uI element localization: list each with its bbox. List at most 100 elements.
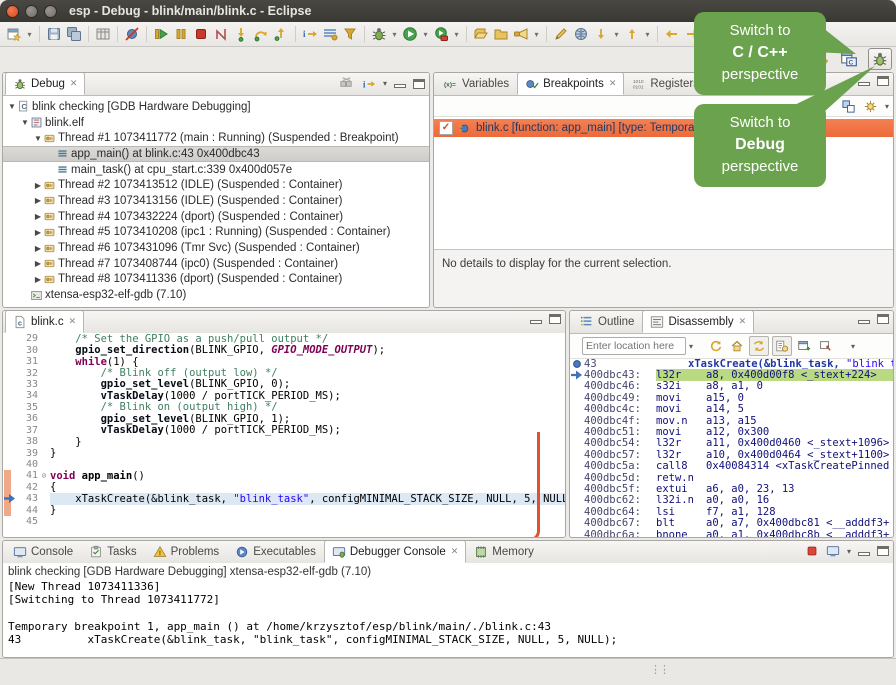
resume-icon[interactable] (151, 24, 171, 44)
window-maximize-button[interactable] (44, 5, 57, 18)
tab-breakpoints[interactable]: Breakpoints✕ (517, 72, 624, 95)
location-dropdown-icon[interactable]: ▾ (689, 342, 693, 351)
build-icon[interactable] (93, 24, 113, 44)
tab-blink-c[interactable]: c blink.c ✕ (5, 310, 84, 333)
terminate-icon[interactable] (191, 24, 211, 44)
statusbar-grip-handle[interactable]: ⋮⋮ (650, 663, 668, 676)
twisty-icon[interactable]: ▶ (33, 212, 43, 221)
debug-tree-row[interactable]: ▼Thread #1 1073411772 (main : Running) (… (3, 130, 429, 146)
world-icon[interactable] (571, 24, 591, 44)
view-menu-icon[interactable]: ▾ (885, 102, 889, 111)
display-console-icon[interactable] (826, 544, 840, 558)
new-wizard-icon[interactable] (4, 24, 24, 44)
debug-tree-row[interactable]: ▶Thread #3 1073413156 (IDLE) (Suspended … (3, 193, 429, 209)
dropdown-arrow-icon[interactable]: ▾ (24, 30, 35, 39)
close-icon[interactable]: ✕ (739, 316, 747, 327)
instruction-stepping-icon[interactable]: i (300, 24, 320, 44)
twisty-icon[interactable]: ▶ (33, 244, 43, 253)
minimize-icon[interactable] (858, 320, 870, 324)
debug-tree-row[interactable]: main_task() at cpu_start.c:339 0x400d057… (3, 162, 429, 178)
view-menu-icon[interactable]: ▾ (851, 342, 855, 351)
minimize-icon[interactable] (394, 84, 406, 88)
twisty-icon[interactable]: ▶ (33, 259, 43, 268)
dropdown-arrow-icon[interactable]: ▾ (847, 547, 851, 556)
twisty-icon[interactable]: ▼ (33, 134, 43, 143)
maximize-icon[interactable] (549, 314, 561, 324)
run-icon[interactable] (400, 24, 420, 44)
tab-disassembly[interactable]: Disassembly✕ (642, 310, 754, 333)
tab-variables[interactable]: (x)=Variables (436, 72, 517, 95)
debug-tree-row[interactable]: ▶Thread #7 1073408744 (ipc0) (Suspended … (3, 256, 429, 272)
location-input[interactable] (582, 337, 686, 355)
debug-icon[interactable] (369, 24, 389, 44)
tab-tasks[interactable]: Tasks (81, 540, 144, 563)
dropdown-arrow-icon[interactable]: ▾ (611, 30, 622, 39)
external-tools-icon[interactable] (431, 24, 451, 44)
dropdown-arrow-icon[interactable]: ▾ (451, 30, 462, 39)
save-all-icon[interactable] (64, 24, 84, 44)
debug-tree-row[interactable]: xtensa-esp32-elf-gdb (7.10) (3, 287, 429, 303)
twisty-icon[interactable]: ▼ (20, 118, 30, 127)
twisty-icon[interactable]: ▶ (33, 228, 43, 237)
pin-view-icon[interactable] (816, 337, 834, 355)
step-filters-icon[interactable] (340, 24, 360, 44)
settings-icon[interactable] (863, 99, 878, 114)
open-resource-icon[interactable] (491, 24, 511, 44)
back-icon[interactable] (662, 24, 682, 44)
tab-problems[interactable]: !Problems (145, 540, 228, 563)
twisty-icon[interactable]: ▼ (7, 102, 17, 111)
instruction-stepping-mode-icon[interactable]: i (361, 76, 376, 91)
cpp-perspective-icon[interactable]: C (838, 49, 860, 69)
code-editor-area[interactable]: 29 /* Set the GPIO as a push/pull output… (3, 333, 565, 537)
terminate-console-icon[interactable] (805, 544, 819, 558)
debug-tree-row[interactable]: ▶Thread #5 1073410208 (ipc1 : Running) (… (3, 225, 429, 241)
home-icon[interactable] (728, 337, 746, 355)
tab-outline[interactable]: Outline (572, 310, 642, 333)
disconnect-icon[interactable] (211, 24, 231, 44)
twisty-icon[interactable]: ▶ (33, 181, 43, 190)
tab-debug[interactable]: Debug ✕ (5, 72, 85, 95)
window-close-button[interactable] (6, 5, 19, 18)
maximize-icon[interactable] (877, 314, 889, 324)
dropdown-arrow-icon[interactable]: ▾ (420, 30, 431, 39)
show-source-icon[interactable] (772, 336, 792, 356)
step-return-icon[interactable] (271, 24, 291, 44)
breakpoint-checkbox[interactable]: ✓ (439, 121, 453, 135)
remove-terminated-icon[interactable] (339, 76, 354, 91)
disassembly-listing[interactable]: 43xTaskCreate(&blink_task, "blink_tas400… (570, 358, 893, 537)
close-icon[interactable]: ✕ (69, 316, 77, 327)
suspend-icon[interactable] (171, 24, 191, 44)
refresh-icon[interactable] (707, 337, 725, 355)
dropdown-arrow-icon[interactable]: ▾ (642, 30, 653, 39)
minimize-icon[interactable] (530, 320, 542, 324)
console-output[interactable]: blink checking [GDB Hardware Debugging] … (3, 563, 893, 657)
tab-debugger-console[interactable]: Debugger Console✕ (324, 540, 466, 563)
memory-monitor-icon[interactable] (320, 24, 340, 44)
debug-perspective-icon[interactable] (868, 48, 892, 70)
debug-tree-row[interactable]: ▼blink.elf (3, 115, 429, 131)
prev-annotation-icon[interactable] (622, 24, 642, 44)
search-icon[interactable] (511, 24, 531, 44)
link-with-debug-icon[interactable] (841, 99, 856, 114)
skip-breakpoints-icon[interactable] (122, 24, 142, 44)
debug-tree-row[interactable]: ▶Thread #2 1073413512 (IDLE) (Suspended … (3, 177, 429, 193)
step-into-icon[interactable] (231, 24, 251, 44)
close-icon[interactable]: ✕ (609, 78, 617, 89)
debug-tree-row[interactable]: app_main() at blink.c:43 0x400dbc43 (3, 146, 429, 162)
sync-context-icon[interactable] (749, 336, 769, 356)
next-annotation-icon[interactable] (591, 24, 611, 44)
step-over-icon[interactable] (251, 24, 271, 44)
tab-console[interactable]: Console (5, 540, 81, 563)
tab-memory[interactable]: Memory (466, 540, 542, 563)
dropdown-arrow-icon[interactable]: ▾ (389, 30, 400, 39)
toggle-mark-icon[interactable] (551, 24, 571, 44)
debug-tree-row[interactable]: ▶Thread #8 1073411336 (dport) (Suspended… (3, 272, 429, 288)
open-new-view-icon[interactable] (795, 337, 813, 355)
debug-tree-row[interactable]: ▶Thread #4 1073432224 (dport) (Suspended… (3, 209, 429, 225)
window-minimize-button[interactable] (25, 5, 38, 18)
save-icon[interactable] (44, 24, 64, 44)
dropdown-arrow-icon[interactable]: ▾ (531, 30, 542, 39)
maximize-icon[interactable] (413, 79, 425, 89)
minimize-icon[interactable] (858, 82, 870, 86)
fold-icon[interactable]: ⊘ (38, 471, 50, 480)
